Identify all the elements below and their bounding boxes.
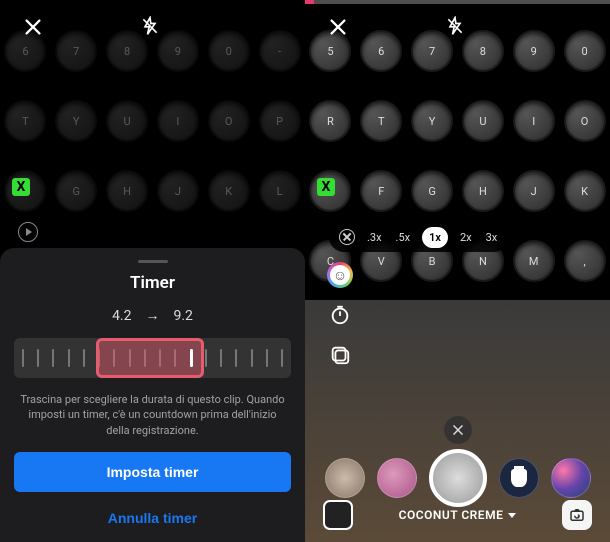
effects-carousel[interactable] <box>305 448 610 508</box>
sheet-grabber[interactable] <box>138 260 168 263</box>
effect-item[interactable] <box>377 458 417 498</box>
effect-item-lock[interactable] <box>499 458 539 498</box>
zoom-option[interactable]: .3x <box>365 227 384 248</box>
close-icon[interactable] <box>327 16 349 38</box>
close-effects-button[interactable] <box>444 416 472 444</box>
gallery-button[interactable] <box>323 500 353 530</box>
annotation-marker: X <box>317 178 335 196</box>
arrow-icon: → <box>146 307 160 324</box>
cancel-timer-button[interactable]: Annulla timer <box>14 502 291 534</box>
shutter-button[interactable] <box>429 449 487 507</box>
camera-bottom-row: COCONUT CREME <box>305 500 610 530</box>
zoom-option[interactable]: .5x <box>394 227 413 248</box>
close-icon[interactable] <box>22 16 44 38</box>
effect-name-label[interactable]: COCONUT CREME <box>399 508 517 522</box>
timer-range: 4.2 → 9.2 <box>14 307 291 324</box>
annotation-marker: X <box>12 178 30 196</box>
sheet-title: Timer <box>14 273 291 293</box>
effect-item[interactable] <box>325 458 365 498</box>
zoom-option[interactable]: 3x <box>484 227 500 248</box>
zoom-reset-icon[interactable] <box>339 229 355 245</box>
timer-icon[interactable] <box>327 302 353 328</box>
recording-progress <box>305 0 610 4</box>
timer-bottom-sheet: Timer 4.2 → 9.2 Trascina per scegliere l… <box>0 248 305 542</box>
set-timer-button[interactable]: Imposta timer <box>14 452 291 492</box>
timer-sheet-screen: 67890- TYUIOP FGHJKL X Timer 4.2 → 9.2 <box>0 0 305 542</box>
zoom-option[interactable]: 2x <box>458 227 474 248</box>
play-hint-icon[interactable] <box>18 222 38 242</box>
camera-side-tools <box>327 262 353 368</box>
flash-off-icon[interactable] <box>140 16 160 36</box>
timer-end: 9.2 <box>174 308 193 324</box>
zoom-option-active[interactable]: 1x <box>422 227 448 248</box>
flash-off-icon[interactable] <box>445 16 465 36</box>
timer-description: Trascina per scegliere la durata di ques… <box>14 392 291 438</box>
layout-icon[interactable] <box>327 342 353 368</box>
zoom-control[interactable]: .3x .5x 1x 2x 3x <box>329 222 509 252</box>
timer-slider[interactable] <box>14 338 291 378</box>
timer-selection-handle[interactable] <box>96 338 204 378</box>
camera-flip-button[interactable] <box>562 500 592 530</box>
timer-start: 4.2 <box>112 308 131 324</box>
camera-effects-screen: 567890 RTYUIO DFGHJK CVBNM, X .3x .5x 1x… <box>305 0 610 542</box>
effect-item[interactable] <box>551 458 591 498</box>
effects-icon[interactable] <box>327 262 353 288</box>
